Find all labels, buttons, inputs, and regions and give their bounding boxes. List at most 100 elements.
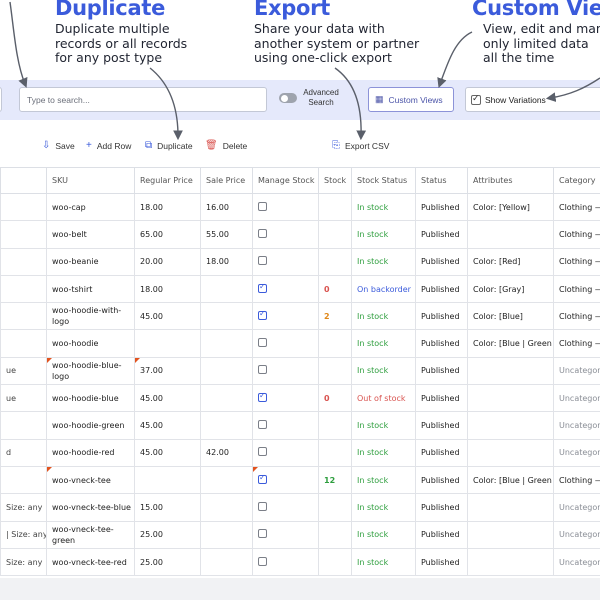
sku-cell[interactable]: woo-vneck-tee-blue	[46, 493, 135, 522]
stock-cell[interactable]	[318, 356, 352, 386]
sku-cell[interactable]: woo-cap	[46, 192, 135, 222]
save-button[interactable]: ⇩ Save	[42, 140, 75, 151]
attributes-cell[interactable]: Color: [Blue]	[467, 302, 554, 331]
sale-price-cell[interactable]	[200, 356, 253, 386]
category-cell[interactable]: Uncategoriz	[553, 547, 600, 577]
product-name-cell[interactable]: d	[0, 438, 47, 467]
table-row[interactable]: uewoo-hoodie-blue45.00 0Out of stockPubli…	[0, 384, 600, 413]
regular-price-cell[interactable]	[134, 465, 201, 495]
status-cell[interactable]: Published	[415, 302, 468, 331]
stock-status-cell[interactable]: In stock	[351, 302, 416, 331]
status-cell[interactable]: Published	[415, 465, 468, 495]
product-name-cell[interactable]	[0, 302, 47, 331]
stock-cell[interactable]	[318, 411, 352, 440]
sale-price-cell[interactable]	[200, 274, 253, 304]
sale-price-cell[interactable]: 18.00	[200, 247, 253, 276]
sku-cell[interactable]: woo-beanie	[46, 247, 135, 276]
regular-price-cell[interactable]: 20.00	[134, 247, 201, 276]
manage-stock-cell[interactable]	[252, 274, 319, 304]
sku-cell[interactable]: woo-hoodie-blue	[46, 384, 135, 413]
regular-price-cell[interactable]: 25.00	[134, 547, 201, 577]
status-cell[interactable]: Published	[415, 220, 468, 249]
show-variations-toggle[interactable]: Show Variations	[465, 87, 600, 112]
regular-price-cell[interactable]: 45.00	[134, 384, 201, 413]
show-variations-checkbox[interactable]	[471, 93, 481, 105]
product-name-cell[interactable]: ue	[0, 384, 47, 413]
table-row[interactable]: Size: any woo-vneck-tee-red 25.00 In stock P…	[0, 547, 600, 577]
product-name-cell[interactable]: | Size: any	[0, 520, 47, 549]
custom-views-button[interactable]: ▦ Custom Views	[368, 87, 454, 112]
manage-stock-checkbox[interactable]	[258, 391, 267, 402]
sku-cell[interactable]: woo-hoodie-blue-logo	[46, 356, 135, 386]
attributes-cell[interactable]	[467, 547, 554, 577]
manage-stock-cell[interactable]	[252, 465, 319, 495]
stock-status-cell[interactable]: In stock	[351, 547, 416, 577]
category-cell[interactable]: Uncategoriz	[553, 411, 600, 440]
table-row[interactable]: woo-hoodie-with-logo45.00 2In stockPublis…	[0, 302, 600, 331]
category-cell[interactable]: Clothing —	[553, 220, 600, 249]
category-cell[interactable]: Uncategoriz	[553, 438, 600, 467]
manage-stock-checkbox[interactable]	[258, 282, 267, 293]
stock-cell[interactable]	[318, 220, 352, 249]
stock-cell[interactable]: 0	[318, 274, 352, 304]
stock-cell[interactable]: 2	[318, 302, 352, 331]
manage-stock-cell[interactable]	[252, 384, 319, 413]
column-header[interactable]: Manage Stock	[252, 167, 319, 194]
sku-cell[interactable]: woo-hoodie	[46, 329, 135, 358]
column-header[interactable]: Category	[553, 167, 600, 194]
manage-stock-checkbox[interactable]	[258, 556, 267, 566]
manage-stock-checkbox[interactable]	[258, 501, 267, 511]
sale-price-cell[interactable]	[200, 384, 253, 413]
status-cell[interactable]: Published	[415, 547, 468, 577]
stock-cell[interactable]	[318, 329, 352, 358]
category-cell[interactable]: Clothing —	[553, 247, 600, 276]
sale-price-cell[interactable]	[200, 411, 253, 440]
status-cell[interactable]: Published	[415, 192, 468, 222]
manage-stock-checkbox[interactable]	[258, 365, 267, 375]
stock-status-cell[interactable]: In stock	[351, 438, 416, 467]
sale-price-cell[interactable]: 16.00	[200, 192, 253, 222]
status-cell[interactable]: Published	[415, 520, 468, 549]
table-row[interactable]: woo-hoodie In stock Published Color: [Blue …	[0, 329, 600, 358]
category-cell[interactable]: Uncategoriz	[553, 493, 600, 522]
stock-cell[interactable]	[318, 438, 352, 467]
stock-status-cell[interactable]: In stock	[351, 465, 416, 495]
search-input[interactable]: Type to search...	[19, 87, 267, 112]
table-row[interactable]: woo-vneck-tee 12In stockPublishedColor: […	[0, 465, 600, 495]
manage-stock-cell[interactable]	[252, 220, 319, 249]
sku-cell[interactable]: woo-vneck-tee-green	[46, 520, 135, 549]
add-row-button[interactable]: + Add Row	[86, 140, 131, 151]
category-cell[interactable]: Uncategoriz	[553, 384, 600, 413]
sale-price-cell[interactable]	[200, 520, 253, 549]
sale-price-cell[interactable]	[200, 465, 253, 495]
status-cell[interactable]: Published	[415, 274, 468, 304]
table-row[interactable]: woo-hoodie-green 45.00 In stock Published Un…	[0, 411, 600, 440]
attributes-cell[interactable]	[467, 438, 554, 467]
category-cell[interactable]: Clothing —	[553, 274, 600, 304]
category-cell[interactable]: Uncategoriz	[553, 520, 600, 549]
table-row[interactable]: | Size: any woo-vneck-tee-green 25.00 In st…	[0, 520, 600, 549]
product-name-cell[interactable]: Size: any	[0, 547, 47, 577]
manage-stock-cell[interactable]	[252, 302, 319, 331]
regular-price-cell[interactable]: 45.00	[134, 438, 201, 467]
table-row[interactable]: ue woo-hoodie-blue-logo 37.00 In stock Publi…	[0, 356, 600, 386]
manage-stock-checkbox[interactable]	[258, 338, 267, 348]
column-header[interactable]: Attributes	[467, 167, 554, 194]
attributes-cell[interactable]	[467, 384, 554, 413]
table-row[interactable]: woo-tshirt18.00 0On backorderPublishedCol…	[0, 274, 600, 304]
regular-price-cell[interactable]: 45.00	[134, 302, 201, 331]
sale-price-cell[interactable]	[200, 302, 253, 331]
stock-cell[interactable]	[318, 547, 352, 577]
sku-cell[interactable]: woo-vneck-tee-red	[46, 547, 135, 577]
status-cell[interactable]: Published	[415, 411, 468, 440]
column-header[interactable]	[0, 167, 47, 194]
regular-price-cell[interactable]: 18.00	[134, 192, 201, 222]
product-name-cell[interactable]	[0, 192, 47, 222]
product-name-cell[interactable]	[0, 329, 47, 358]
category-cell[interactable]: Clothing —	[553, 329, 600, 358]
stock-status-cell[interactable]: In stock	[351, 356, 416, 386]
sale-price-cell[interactable]: 55.00	[200, 220, 253, 249]
column-header[interactable]: Sale Price	[200, 167, 253, 194]
attributes-cell[interactable]: Color: [Yellow]	[467, 192, 554, 222]
sku-cell[interactable]: woo-tshirt	[46, 274, 135, 304]
